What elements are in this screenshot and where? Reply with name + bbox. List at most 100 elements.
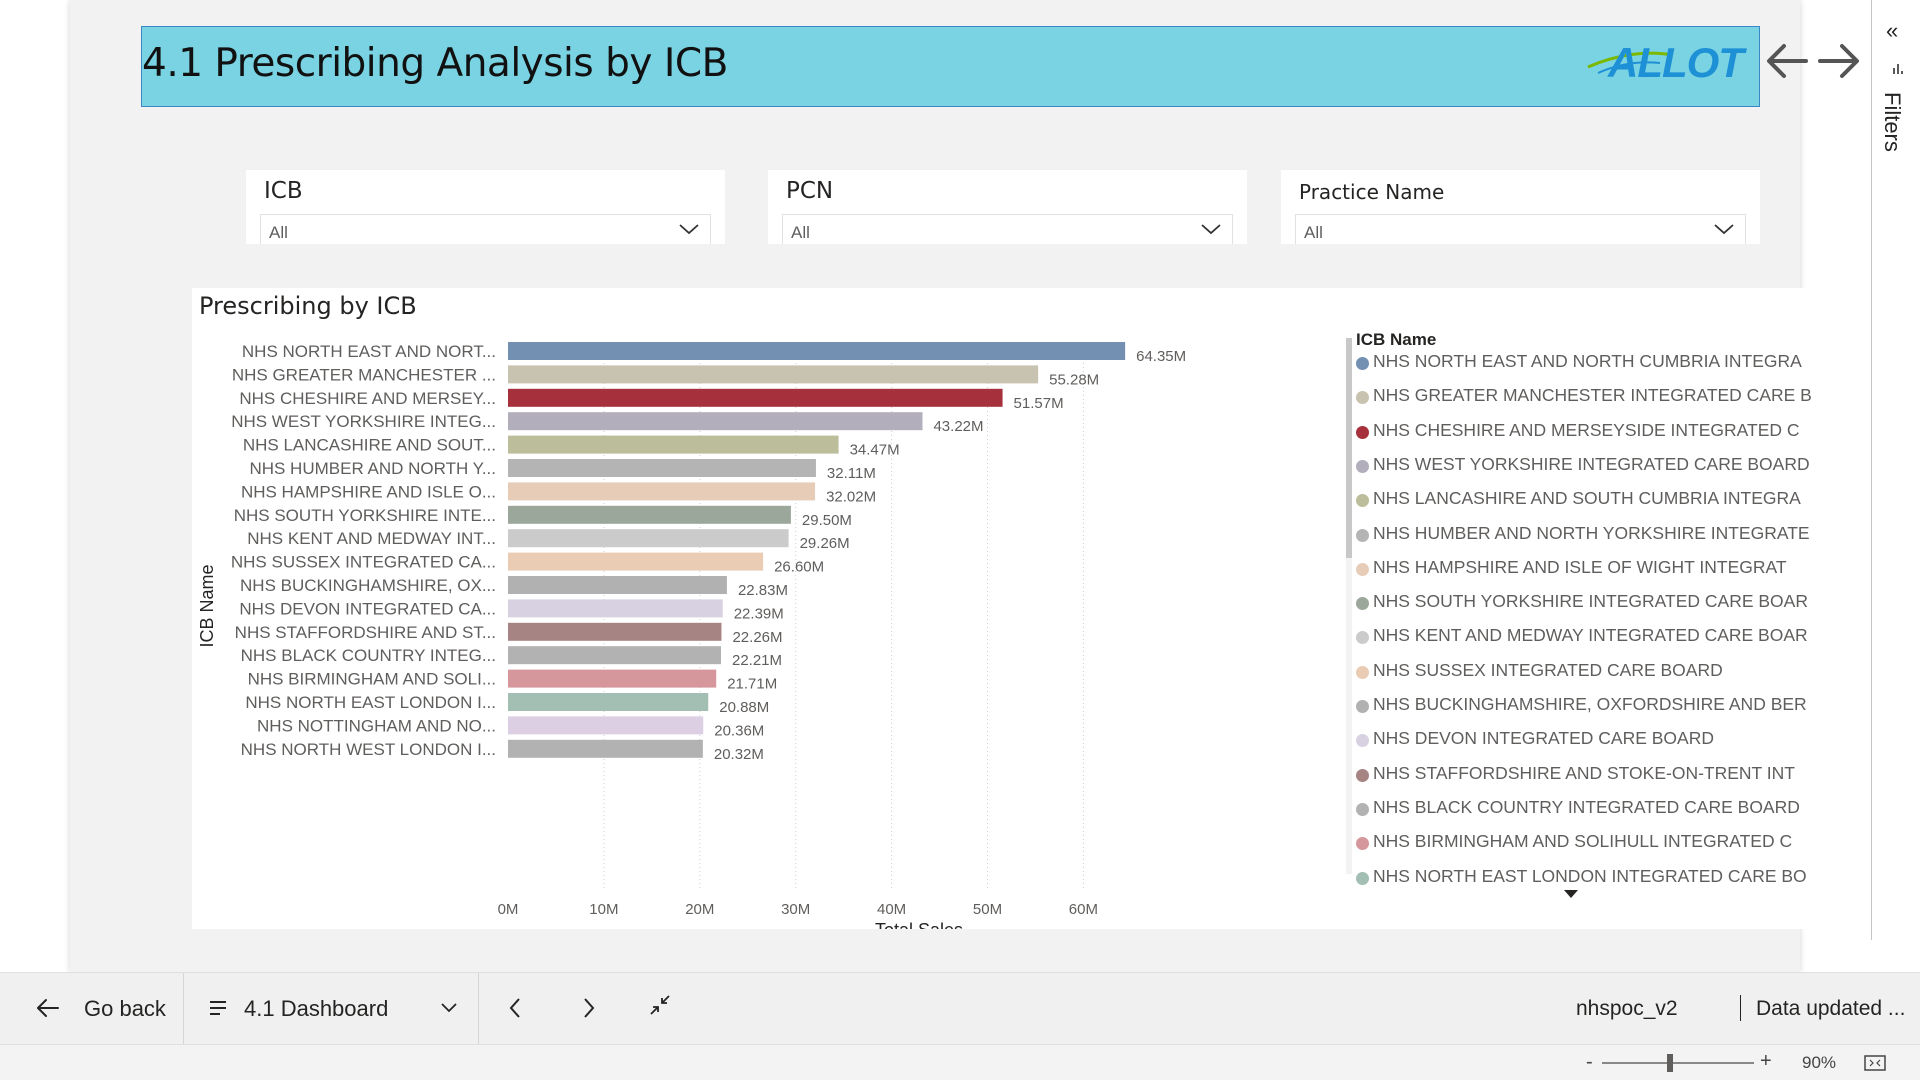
slicer-label: PCN xyxy=(786,178,834,204)
data-label: 22.26M xyxy=(732,629,782,646)
category-label: NHS STAFFORDSHIRE AND ST... xyxy=(235,623,496,642)
legend-label: NHS BUCKINGHAMSHIRE, OXFORDSHIRE AND BER xyxy=(1373,694,1807,714)
legend-marker xyxy=(1356,700,1369,713)
x-tick-label: 30M xyxy=(781,901,810,918)
bar[interactable] xyxy=(508,459,816,477)
data-updated-info[interactable]: Data updated ... xyxy=(1756,997,1905,1021)
bar[interactable] xyxy=(508,576,727,594)
category-label: NHS LANCASHIRE AND SOUT... xyxy=(243,436,496,455)
data-label: 64.35M xyxy=(1136,348,1186,365)
data-label: 43.22M xyxy=(933,418,983,435)
powerbi-app: 4.1 Prescribing Analysis by ICB ALLOT IC… xyxy=(0,0,1920,1080)
category-label: NHS HAMPSHIRE AND ISLE O... xyxy=(241,482,496,501)
legend-marker xyxy=(1356,425,1369,439)
filter-icon[interactable] xyxy=(1890,62,1904,76)
current-page-label: 4.1 Dashboard xyxy=(244,996,389,1021)
data-label: 22.21M xyxy=(732,652,782,669)
legend-label: NHS BLACK COUNTRY INTEGRATED CARE BOARD xyxy=(1373,796,1800,817)
double-chevron-left-icon[interactable]: « xyxy=(1886,18,1898,44)
chart-legend: ICB Name NHS NORTH EAST AND NORTH CUMBRI… xyxy=(1346,330,1812,920)
category-label: NHS NORTH EAST LONDON I... xyxy=(245,693,496,712)
fit-to-page-icon[interactable] xyxy=(1864,1055,1886,1071)
bar[interactable] xyxy=(508,388,1003,407)
legend-scroll-down-icon[interactable] xyxy=(1564,890,1578,898)
bar[interactable] xyxy=(508,505,791,524)
bar[interactable] xyxy=(508,669,717,688)
chevron-left-icon[interactable] xyxy=(504,993,526,1023)
data-label: 29.50M xyxy=(802,512,852,529)
divider xyxy=(478,973,479,1045)
data-label: 26.60M xyxy=(774,559,824,576)
nav-forward-button[interactable] xyxy=(1810,36,1866,86)
prescribing-by-icb-visual[interactable]: 0M 10M 20M 30M 40M 50M 60M NHS NORTH EAST AND N… xyxy=(192,288,1817,929)
filters-pane-label[interactable]: Filters xyxy=(1879,92,1905,152)
page-selector-dropdown[interactable]: 4.1 Dashboard xyxy=(206,991,462,1027)
report-navigation-bar: Go back 4.1 Dashboard nhspoc_v2 Data upd… xyxy=(0,972,1920,1045)
legend-label: NHS DEVON INTEGRATED CARE BOARD xyxy=(1373,728,1714,749)
category-label: NHS GREATER MANCHESTER ... xyxy=(232,365,496,384)
bar[interactable] xyxy=(508,716,704,735)
legend-label: NHS LANCASHIRE AND SOUTH CUMBRIA INTEGRA xyxy=(1373,488,1801,509)
bar[interactable] xyxy=(508,646,721,665)
x-tick-label: 50M xyxy=(973,901,1002,918)
legend-marker xyxy=(1356,391,1369,405)
x-tick-label: 60M xyxy=(1069,901,1098,918)
bar[interactable] xyxy=(508,552,764,571)
bar[interactable] xyxy=(508,622,722,641)
bar[interactable] xyxy=(508,739,703,758)
legend-marker xyxy=(1356,562,1369,576)
data-label: 22.83M xyxy=(738,582,788,599)
legend-label: NHS KENT AND MEDWAY INTEGRATED CARE BOAR xyxy=(1373,625,1808,646)
category-label: NHS SOUTH YORKSHIRE INTE... xyxy=(234,506,496,525)
legend-marker xyxy=(1356,802,1369,816)
go-back-label: Go back xyxy=(84,996,166,1021)
pcn-dropdown[interactable]: All xyxy=(782,214,1233,244)
y-axis-title: ICB Name xyxy=(197,564,217,647)
zoom-slider[interactable] xyxy=(1602,1054,1754,1072)
legend-label: NHS NORTH EAST LONDON INTEGRATED CARE BO xyxy=(1373,865,1807,886)
chevron-down-icon xyxy=(679,224,699,235)
bar[interactable] xyxy=(508,482,816,501)
category-label: NHS NOTTINGHAM AND NO... xyxy=(257,716,496,735)
category-label: NHS NORTH EAST AND NORT... xyxy=(242,342,496,361)
legend-label: NHS SOUTH YORKSHIRE INTEGRATED CARE BOAR xyxy=(1373,591,1808,612)
category-label: NHS BLACK COUNTRY INTEG... xyxy=(241,646,496,665)
data-label: 34.47M xyxy=(850,442,900,459)
bar[interactable] xyxy=(508,365,1039,384)
logo-text: ALLOT xyxy=(1608,39,1744,86)
chevron-right-icon[interactable] xyxy=(578,993,600,1023)
legend-marker xyxy=(1356,459,1369,473)
slicer-pcn: PCN All xyxy=(768,170,1247,244)
slicer-practice-name: Practice Name All xyxy=(1281,170,1760,244)
zoom-in-button[interactable]: + xyxy=(1760,1050,1772,1073)
legend-label: NHS GREATER MANCHESTER INTEGRATED CARE B xyxy=(1373,385,1812,406)
legend-label: NHS WEST YORKSHIRE INTEGRATED CARE BOARD xyxy=(1373,453,1810,474)
legend-marker xyxy=(1356,665,1369,679)
chevron-down-icon xyxy=(441,1003,457,1013)
bar[interactable] xyxy=(508,693,709,711)
arrow-left-icon xyxy=(37,999,59,1017)
data-label: 29.26M xyxy=(800,535,850,552)
bar[interactable] xyxy=(508,342,1126,360)
arrow-right-icon xyxy=(1818,44,1859,78)
legend-label: NHS HAMPSHIRE AND ISLE OF WIGHT INTEGRAT xyxy=(1373,556,1787,577)
slicer-label: Practice Name xyxy=(1299,180,1445,204)
icb-dropdown[interactable]: All xyxy=(260,214,711,244)
arrow-left-icon xyxy=(1767,44,1808,78)
zoom-level: 90% xyxy=(1802,1053,1837,1072)
practice-name-dropdown[interactable]: All xyxy=(1295,214,1746,244)
zoom-slider-thumb[interactable] xyxy=(1667,1054,1674,1072)
nav-back-button[interactable] xyxy=(1760,36,1816,86)
bar[interactable] xyxy=(508,435,839,454)
legend-label: NHS CHESHIRE AND MERSEYSIDE INTEGRATED C xyxy=(1373,419,1800,440)
exit-full-screen-icon[interactable] xyxy=(648,993,672,1017)
zoom-out-button[interactable]: - xyxy=(1586,1051,1593,1074)
legend-marker xyxy=(1356,837,1369,851)
bar[interactable] xyxy=(508,412,923,431)
legend-scroll-thumb[interactable] xyxy=(1346,338,1352,558)
bar[interactable] xyxy=(508,599,723,618)
data-label: 51.57M xyxy=(1014,395,1064,412)
legend-label: NHS NORTH EAST AND NORTH CUMBRIA INTEGRA xyxy=(1373,351,1802,371)
visual-title: Prescribing by ICB xyxy=(199,292,417,320)
bar[interactable] xyxy=(508,529,789,548)
